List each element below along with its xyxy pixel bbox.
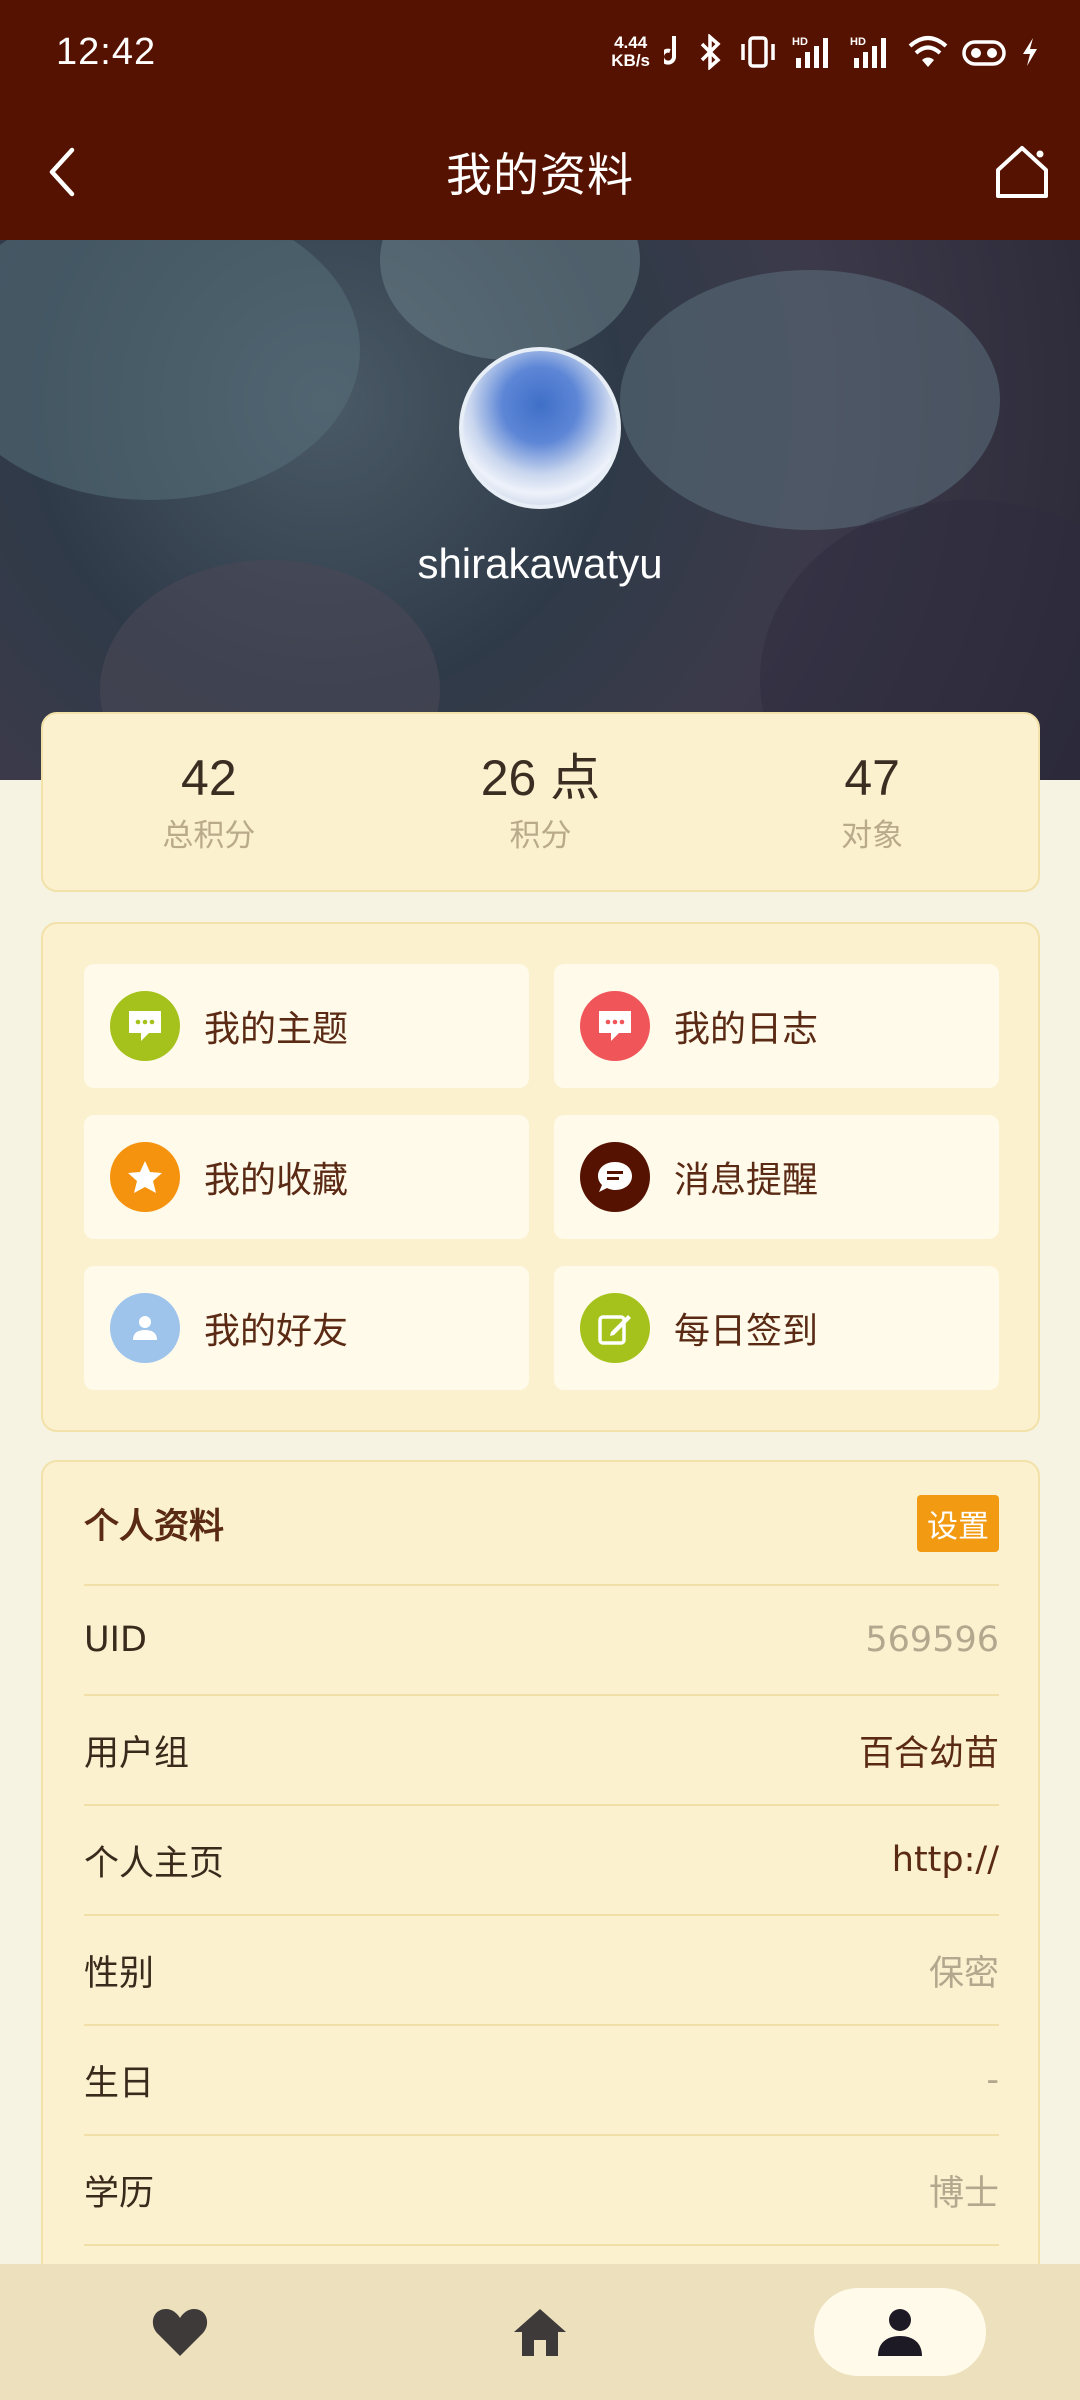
- homepage-link[interactable]: http://: [892, 1840, 999, 1880]
- stat-label: 总积分: [162, 818, 256, 854]
- username: shirakawatyu: [417, 540, 663, 587]
- stat-partner: 47 对象: [706, 714, 1038, 890]
- charging-icon: [1023, 38, 1037, 66]
- info-value: 百合幼苗: [858, 1733, 999, 1774]
- info-label: 用户组: [84, 1733, 190, 1774]
- menu-item-my-favorites[interactable]: 我的收藏: [84, 1115, 529, 1239]
- volte-icon: [962, 40, 1006, 66]
- menu-item-my-friends[interactable]: 我的好友: [84, 1266, 529, 1390]
- profile-info-card: 个人资料 设置 UID 569596 用户组 百合幼苗 个人主页 http://…: [41, 1460, 1040, 2400]
- stat-label: 积分: [509, 818, 572, 854]
- info-row-uid: UID 569596: [84, 1586, 999, 1696]
- page-title: 我的资料: [446, 148, 634, 202]
- info-row-education: 学历 博士: [84, 2136, 999, 2246]
- menu-item-label: 消息提醒: [674, 1160, 819, 1201]
- menu-card: 我的主题 我的日志 我的收藏 消息提醒 我的好友 每日签到: [41, 922, 1040, 1432]
- star-icon: [110, 1142, 180, 1212]
- status-icons: 4.44 KB/s HD HD: [611, 34, 1040, 70]
- signal-hd-icon: HD: [850, 36, 886, 68]
- menu-item-daily-checkin[interactable]: 每日签到: [554, 1266, 999, 1390]
- info-label: 性别: [84, 1953, 155, 1994]
- svg-text:HD: HD: [850, 36, 866, 48]
- nav-favorites[interactable]: [94, 2288, 266, 2376]
- edit-icon: [580, 1293, 650, 1363]
- user-icon: [110, 1293, 180, 1363]
- app-header: 我的资料: [0, 104, 1080, 240]
- stat-points: 26 点 积分: [375, 714, 707, 890]
- chevron-left-icon[interactable]: [42, 144, 82, 200]
- nav-profile[interactable]: [814, 2288, 986, 2376]
- menu-item-my-topics[interactable]: 我的主题: [84, 964, 529, 1088]
- info-label: UID: [84, 1620, 147, 1660]
- nav-home[interactable]: [454, 2288, 626, 2376]
- chat-bubble-icon: [580, 991, 650, 1061]
- info-label: 个人主页: [84, 1843, 225, 1884]
- profile-info-header: 个人资料 设置: [84, 1462, 999, 1586]
- stat-label: 对象: [841, 818, 904, 854]
- home-icon[interactable]: [992, 144, 1052, 200]
- signal-hd-icon: HD: [792, 36, 828, 68]
- heart-icon: [152, 2309, 208, 2356]
- stat-value: 26 点: [480, 750, 601, 806]
- profile-hero-background: [0, 240, 1080, 780]
- menu-item-notifications[interactable]: 消息提醒: [554, 1115, 999, 1239]
- status-bar: 12:42 4.44 KB/s HD HD: [0, 0, 1080, 104]
- info-value: -: [986, 2060, 999, 2100]
- svg-text:HD: HD: [792, 36, 808, 48]
- menu-item-label: 我的好友: [204, 1311, 349, 1352]
- info-row-birthday: 生日 -: [84, 2026, 999, 2136]
- info-value: 博士: [928, 2173, 999, 2214]
- menu-item-label: 我的收藏: [204, 1160, 349, 1201]
- menu-item-label: 每日签到: [674, 1311, 819, 1352]
- avatar[interactable]: [459, 347, 621, 509]
- stat-total-points: 42 总积分: [43, 714, 375, 890]
- network-speed-unit: KB/s: [611, 51, 650, 70]
- bottom-nav: [0, 2264, 1080, 2400]
- settings-button[interactable]: 设置: [917, 1494, 999, 1552]
- info-value: 569596: [865, 1620, 999, 1660]
- bluetooth-icon: [700, 34, 721, 70]
- network-speed-value: 4.44: [614, 33, 648, 52]
- message-icon: [580, 1142, 650, 1212]
- info-row-gender: 性别 保密: [84, 1916, 999, 2026]
- menu-item-my-journal[interactable]: 我的日志: [554, 964, 999, 1088]
- menu-item-label: 我的日志: [674, 1009, 819, 1050]
- network-speed: 4.44 KB/s: [611, 34, 650, 70]
- status-time: 12:42: [56, 30, 157, 73]
- user-icon: [878, 2309, 922, 2356]
- info-label: 生日: [84, 2063, 155, 2104]
- menu-item-label: 我的主题: [204, 1009, 349, 1050]
- home-icon: [514, 2309, 566, 2356]
- chat-bubble-icon: [110, 991, 180, 1061]
- stat-value: 42: [181, 750, 237, 806]
- info-label: 学历: [84, 2173, 155, 2214]
- stats-card: 42 总积分 26 点 积分 47 对象: [41, 712, 1040, 892]
- info-row-user-group: 用户组 百合幼苗: [84, 1696, 999, 1806]
- info-value: 保密: [928, 1953, 999, 1994]
- vibrate-icon: [741, 36, 775, 68]
- info-row-homepage: 个人主页 http://: [84, 1806, 999, 1916]
- nfc-icon: [664, 36, 677, 65]
- stat-value: 47: [844, 750, 900, 806]
- wifi-icon: [908, 36, 948, 67]
- section-title: 个人资料: [84, 1506, 225, 1547]
